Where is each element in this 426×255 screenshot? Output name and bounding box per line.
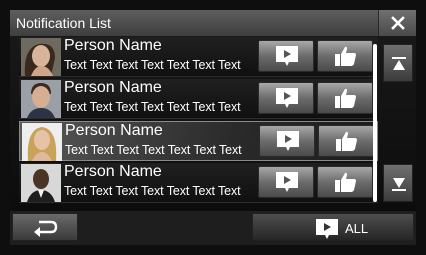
thumbs-up-icon [335, 88, 356, 108]
notification-row[interactable]: Person Name Text Text Text Text Text Tex… [19, 79, 378, 119]
play-icon [276, 88, 298, 108]
scrollbar[interactable] [373, 44, 377, 202]
thumbs-up-icon [335, 46, 356, 66]
play-button[interactable] [258, 166, 314, 198]
thumbs-up-icon [335, 172, 356, 192]
play-button[interactable] [258, 40, 314, 72]
notification-text: Text Text Text Text Text Text Text [65, 143, 242, 157]
blonde-woman-avatar [22, 123, 62, 161]
man-avatar [21, 80, 61, 118]
notification-row[interactable]: Person Name Text Text Text Text Text Tex… [19, 163, 378, 203]
scroll-down-icon [392, 178, 406, 191]
play-icon [277, 131, 299, 151]
notification-row[interactable]: Person Name Text Text Text Text Text Tex… [19, 37, 378, 77]
play-button[interactable] [259, 125, 315, 157]
person-name: Person Name [64, 37, 162, 54]
scroll-down-button[interactable] [383, 164, 413, 202]
back-button[interactable] [12, 213, 78, 241]
title-bar: Notification List [10, 10, 416, 36]
scroll-up-button[interactable] [383, 44, 413, 82]
person-name: Person Name [64, 79, 162, 96]
play-all-button[interactable]: ALL [252, 213, 414, 241]
notification-screen: Notification List Person Name Text Text … [10, 10, 416, 245]
dark-man-avatar [21, 164, 61, 202]
scroll-up-icon [392, 57, 406, 70]
thumbs-up-icon [336, 131, 357, 151]
close-icon [391, 16, 405, 30]
notification-text: Text Text Text Text Text Text Text [64, 184, 241, 198]
like-button[interactable] [317, 166, 373, 198]
page-title: Notification List [16, 15, 111, 31]
play-button[interactable] [258, 82, 314, 114]
play-icon [276, 46, 298, 66]
bottom-bar: ALL [10, 211, 416, 245]
like-button[interactable] [317, 40, 373, 72]
back-arrow-icon [34, 220, 58, 237]
like-button[interactable] [317, 82, 373, 114]
woman-avatar [21, 38, 61, 76]
notification-row-selected[interactable]: Person Name Text Text Text Text Text Tex… [19, 121, 378, 161]
person-name: Person Name [65, 122, 163, 139]
play-icon [276, 172, 298, 192]
like-button[interactable] [318, 125, 374, 157]
play-icon [316, 219, 338, 239]
play-all-label: ALL [345, 221, 369, 236]
person-name: Person Name [64, 163, 162, 180]
close-button[interactable] [378, 10, 416, 36]
notification-text: Text Text Text Text Text Text Text [64, 100, 241, 114]
notification-text: Text Text Text Text Text Text Text [64, 58, 241, 72]
